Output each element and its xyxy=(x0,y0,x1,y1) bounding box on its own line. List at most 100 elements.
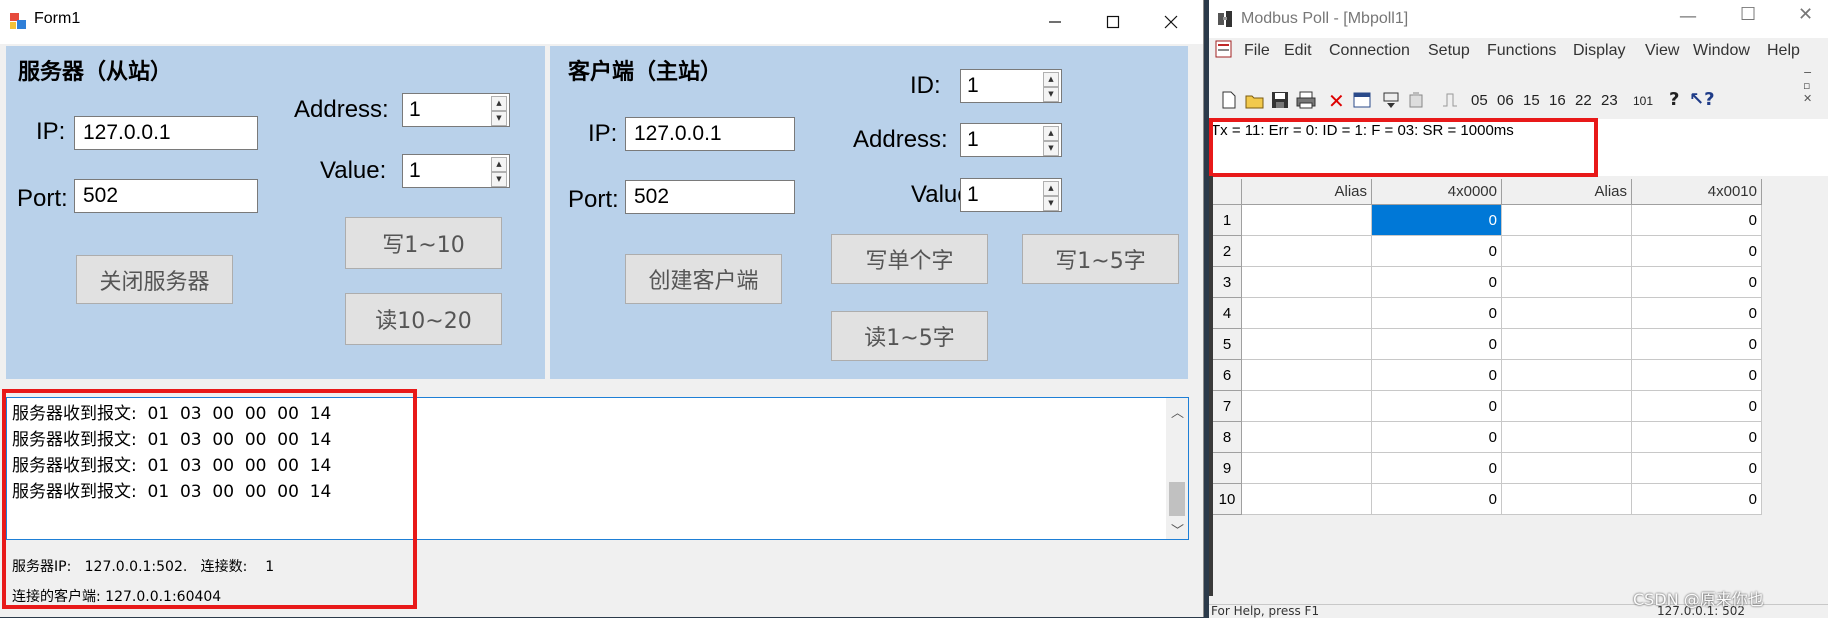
column-header-4x0000[interactable]: 4x0000 xyxy=(1372,179,1502,205)
scroll-down-icon[interactable]: ﹀ xyxy=(1171,520,1184,539)
alias-cell[interactable] xyxy=(1242,329,1372,360)
delete-icon[interactable]: ✕ xyxy=(1328,89,1345,113)
read-icon[interactable] xyxy=(1382,91,1400,109)
spin-down-icon[interactable]: ▼ xyxy=(491,111,507,126)
alias-cell[interactable] xyxy=(1502,329,1632,360)
row-header[interactable]: 6 xyxy=(1213,360,1242,391)
close-button[interactable] xyxy=(1148,0,1194,44)
register-cell[interactable]: 0 xyxy=(1632,267,1762,298)
new-icon[interactable] xyxy=(1221,91,1237,109)
row-header[interactable]: 9 xyxy=(1213,453,1242,484)
write-multi-button[interactable]: 写1~5字 xyxy=(1022,234,1179,284)
alias-cell[interactable] xyxy=(1242,360,1372,391)
row-header[interactable]: 4 xyxy=(1213,298,1242,329)
mbp-minimize-icon[interactable]: — xyxy=(1679,6,1697,27)
register-cell[interactable]: 0 xyxy=(1632,205,1762,236)
menu-setup[interactable]: Setup xyxy=(1428,42,1470,60)
spin-up-icon[interactable]: ▲ xyxy=(1043,126,1059,141)
alias-cell[interactable] xyxy=(1502,453,1632,484)
alias-cell[interactable] xyxy=(1502,205,1632,236)
read-words-button[interactable]: 读1~5字 xyxy=(831,311,988,361)
alias-cell[interactable] xyxy=(1242,484,1372,515)
pulse-icon[interactable] xyxy=(1442,91,1458,109)
register-cell[interactable]: 0 xyxy=(1632,236,1762,267)
write-icon[interactable] xyxy=(1407,91,1425,109)
register-cell[interactable]: 0 xyxy=(1372,484,1502,515)
alias-cell[interactable] xyxy=(1242,236,1372,267)
server-port-field[interactable]: 502 xyxy=(74,179,258,213)
scroll-thumb[interactable] xyxy=(1169,482,1185,516)
row-header[interactable]: 2 xyxy=(1213,236,1242,267)
alias-cell[interactable] xyxy=(1502,360,1632,391)
open-icon[interactable] xyxy=(1245,91,1265,109)
spin-up-icon[interactable]: ▲ xyxy=(491,157,507,172)
column-header-alias-2[interactable]: Alias xyxy=(1502,179,1632,205)
alias-cell[interactable] xyxy=(1502,236,1632,267)
fc23-button[interactable]: 23 xyxy=(1601,92,1618,109)
alias-cell[interactable] xyxy=(1502,484,1632,515)
menu-connection[interactable]: Connection xyxy=(1329,42,1410,60)
window-icon[interactable] xyxy=(1353,91,1371,109)
log-scrollbar[interactable]: ︿ ﹀ xyxy=(1166,398,1188,539)
print-icon[interactable] xyxy=(1296,91,1316,109)
mbp-close-icon[interactable]: ✕ xyxy=(1798,4,1813,25)
client-value-stepper[interactable]: 1 ▲ ▼ xyxy=(960,178,1062,212)
alias-cell[interactable] xyxy=(1242,422,1372,453)
alias-cell[interactable] xyxy=(1242,453,1372,484)
register-cell[interactable]: 0 xyxy=(1372,267,1502,298)
form1-titlebar[interactable]: Form1 xyxy=(0,0,1203,44)
maximize-button[interactable] xyxy=(1090,0,1136,44)
server-read-button[interactable]: 读10~20 xyxy=(345,293,502,345)
alias-cell[interactable] xyxy=(1242,205,1372,236)
register-cell[interactable]: 0 xyxy=(1632,329,1762,360)
register-cell[interactable]: 0 xyxy=(1372,329,1502,360)
spin-down-icon[interactable]: ▼ xyxy=(1043,141,1059,156)
register-cell[interactable]: 0 xyxy=(1632,360,1762,391)
menu-display[interactable]: Display xyxy=(1573,42,1625,60)
row-header[interactable]: 7 xyxy=(1213,391,1242,422)
spin-down-icon[interactable]: ▼ xyxy=(1043,87,1059,102)
client-id-stepper[interactable]: 1 ▲ ▼ xyxy=(960,69,1062,103)
fc101-button[interactable]: 101 xyxy=(1633,94,1653,108)
server-write-button[interactable]: 写1~10 xyxy=(345,217,502,269)
fc05-button[interactable]: 05 xyxy=(1471,92,1488,109)
register-cell[interactable]: 0 xyxy=(1632,298,1762,329)
row-header[interactable]: 8 xyxy=(1213,422,1242,453)
minimize-button[interactable] xyxy=(1032,0,1078,44)
menu-edit[interactable]: Edit xyxy=(1284,42,1312,60)
menu-view[interactable]: View xyxy=(1645,42,1679,60)
server-value-stepper[interactable]: 1 ▲ ▼ xyxy=(402,154,510,188)
help-icon[interactable]: ? xyxy=(1669,89,1679,110)
row-header[interactable]: 1 xyxy=(1213,205,1242,236)
create-client-button[interactable]: 创建客户端 xyxy=(625,254,782,304)
fc15-button[interactable]: 15 xyxy=(1523,92,1540,109)
save-icon[interactable] xyxy=(1271,91,1289,109)
register-cell[interactable]: 0 xyxy=(1632,422,1762,453)
register-cell[interactable]: 0 xyxy=(1372,298,1502,329)
menu-functions[interactable]: Functions xyxy=(1487,42,1556,60)
register-cell[interactable]: 0 xyxy=(1372,236,1502,267)
alias-cell[interactable] xyxy=(1242,267,1372,298)
column-header-alias[interactable]: Alias xyxy=(1242,179,1372,205)
menu-file[interactable]: File xyxy=(1244,42,1270,60)
spin-up-icon[interactable]: ▲ xyxy=(1043,72,1059,87)
close-server-button[interactable]: 关闭服务器 xyxy=(76,255,233,304)
row-header[interactable]: 3 xyxy=(1213,267,1242,298)
register-cell[interactable]: 0 xyxy=(1632,484,1762,515)
alias-cell[interactable] xyxy=(1502,267,1632,298)
spin-down-icon[interactable]: ▼ xyxy=(1043,196,1059,211)
alias-cell[interactable] xyxy=(1502,391,1632,422)
menu-help[interactable]: Help xyxy=(1767,42,1800,60)
fc22-button[interactable]: 22 xyxy=(1575,92,1592,109)
register-cell[interactable]: 0 xyxy=(1372,391,1502,422)
server-address-stepper[interactable]: 1 ▲ ▼ xyxy=(402,93,510,127)
fc16-button[interactable]: 16 xyxy=(1549,92,1566,109)
client-port-field[interactable]: 502 xyxy=(625,180,795,214)
spin-up-icon[interactable]: ▲ xyxy=(1043,181,1059,196)
register-cell[interactable]: 0 xyxy=(1372,453,1502,484)
spin-up-icon[interactable]: ▲ xyxy=(491,96,507,111)
alias-cell[interactable] xyxy=(1242,391,1372,422)
row-header[interactable]: 10 xyxy=(1213,484,1242,515)
server-ip-field[interactable]: 127.0.0.1 xyxy=(74,116,258,150)
register-cell[interactable]: 0 xyxy=(1632,453,1762,484)
